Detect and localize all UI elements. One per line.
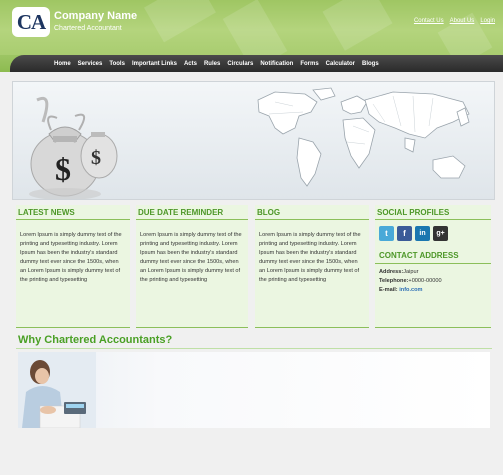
telephone-label: Telephone: xyxy=(379,277,409,284)
blog-text: Lorem Ipsum is simply dummy text of the … xyxy=(259,232,361,283)
address-value: Jaipur xyxy=(403,269,419,275)
accountant-illustration xyxy=(18,352,96,428)
company-name: Company Name xyxy=(54,10,138,22)
divider xyxy=(16,327,130,328)
login-link[interactable]: Login xyxy=(480,18,495,24)
contact-address-title: CONTACT ADDRESS xyxy=(375,241,491,264)
address-label: Address: xyxy=(379,269,404,275)
telephone-value: +0000-00000 xyxy=(408,277,442,284)
nav-item-home[interactable]: Home xyxy=(54,61,71,67)
due-date-reminder-title: DUE DATE REMINDER xyxy=(136,205,248,220)
blog-panel: BLOG Lorem Ipsum is simply dummy text of… xyxy=(255,205,369,328)
due-date-reminder-panel: DUE DATE REMINDER Lorem Ipsum is simply … xyxy=(136,205,248,328)
nav-item-notification[interactable]: Notification xyxy=(260,61,293,67)
nav-item-circulars[interactable]: Circulars xyxy=(227,61,253,67)
divider xyxy=(136,327,248,328)
due-date-reminder-text: Lorem Ipsum is simply dummy text of the … xyxy=(140,232,242,283)
world-map-icon xyxy=(257,87,470,187)
nav-bar: Home Services Tools Important Links Acts… xyxy=(10,55,503,72)
header-decoration xyxy=(322,0,393,51)
address-line: Address:Jaipur xyxy=(379,268,487,277)
telephone-line: Telephone:+0000-00000 xyxy=(379,277,487,286)
twitter-icon[interactable]: t xyxy=(379,226,394,241)
nav-item-important-links[interactable]: Important Links xyxy=(132,61,177,67)
contact-details: Address:Jaipur Telephone:+0000-00000 E-m… xyxy=(375,264,491,294)
latest-news-panel: LATEST NEWS Lorem Ipsum is simply dummy … xyxy=(16,205,130,328)
top-links: Contact Us About Us Login xyxy=(414,18,495,24)
email-line: E-mail: info.com xyxy=(379,286,487,295)
social-icons: t f in g+ xyxy=(375,220,491,241)
divider xyxy=(16,348,492,349)
social-profiles-panel: SOCIAL PROFILES t f in g+ CONTACT ADDRES… xyxy=(375,205,491,328)
hero-banner: $ $ xyxy=(12,81,495,200)
accountant-photo xyxy=(18,352,96,428)
site-header: CA Company Name Chartered Accountant Con… xyxy=(0,0,503,55)
logo-text: CA xyxy=(16,10,46,34)
main-navigation: Home Services Tools Important Links Acts… xyxy=(0,55,503,72)
facebook-icon[interactable]: f xyxy=(397,226,412,241)
divider xyxy=(255,327,369,328)
nav-item-forms[interactable]: Forms xyxy=(300,61,318,67)
why-section-title: Why Chartered Accountants? xyxy=(18,334,173,346)
company-logo[interactable]: CA xyxy=(12,7,50,37)
company-tagline: Chartered Accountant xyxy=(54,25,122,32)
email-label: E-mail: xyxy=(379,286,398,293)
svg-text:$: $ xyxy=(55,151,71,187)
nav-item-calculator[interactable]: Calculator xyxy=(326,61,355,67)
google-plus-icon[interactable]: g+ xyxy=(433,226,448,241)
nav-item-tools[interactable]: Tools xyxy=(109,61,125,67)
latest-news-text: Lorem Ipsum is simply dummy text of the … xyxy=(20,232,122,283)
linkedin-icon[interactable]: in xyxy=(415,226,430,241)
header-decoration xyxy=(222,0,288,55)
social-profiles-title: SOCIAL PROFILES xyxy=(375,205,491,220)
nav-item-rules[interactable]: Rules xyxy=(204,61,220,67)
contact-us-link[interactable]: Contact Us xyxy=(414,18,444,24)
header-decoration xyxy=(144,0,216,43)
svg-text:$: $ xyxy=(91,147,101,169)
blog-title: BLOG xyxy=(255,205,369,220)
banner-illustration: $ $ xyxy=(29,87,470,199)
divider xyxy=(375,327,491,328)
nav-item-acts[interactable]: Acts xyxy=(184,61,197,67)
about-us-link[interactable]: About Us xyxy=(450,18,475,24)
nav-item-blogs[interactable]: Blogs xyxy=(362,61,379,67)
latest-news-title: LATEST NEWS xyxy=(16,205,130,220)
nav-item-services[interactable]: Services xyxy=(78,61,103,67)
email-link[interactable]: info.com xyxy=(399,287,422,293)
